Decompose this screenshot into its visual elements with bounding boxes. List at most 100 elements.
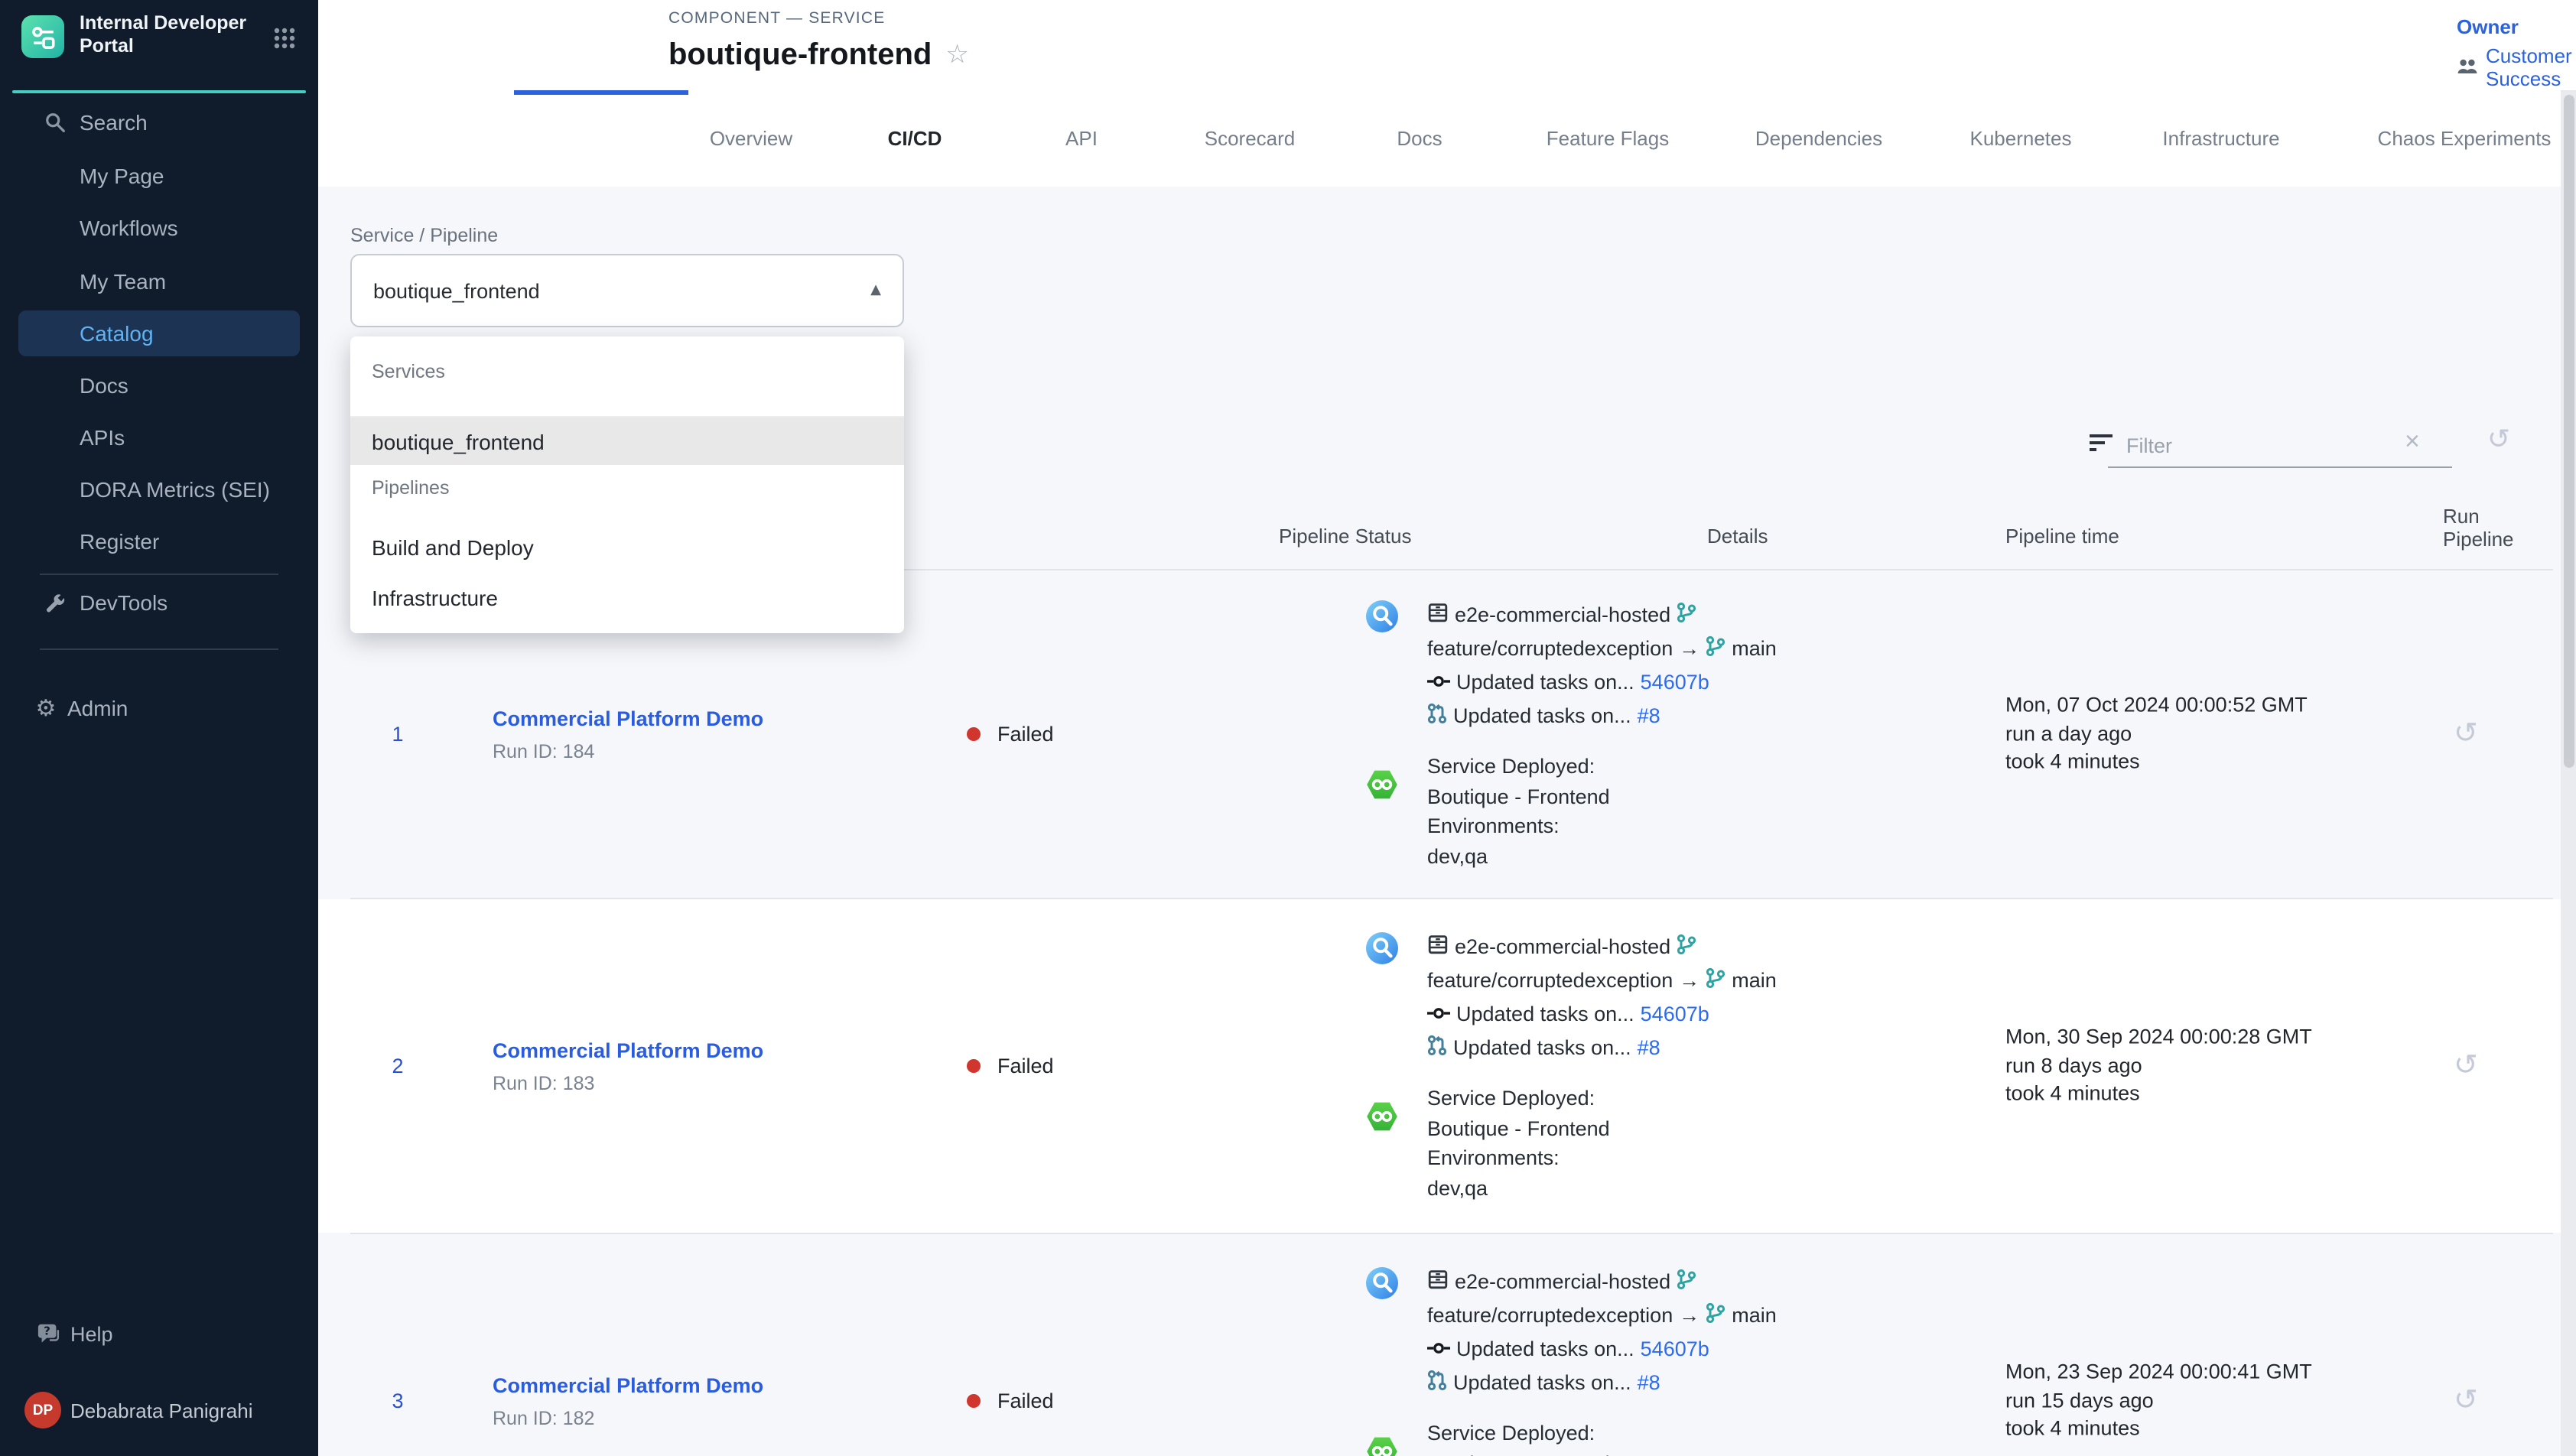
active-tab-indicator	[514, 90, 688, 95]
favorite-star-icon[interactable]: ☆	[945, 43, 969, 69]
failed-dot-icon	[967, 1394, 981, 1408]
filter-underline	[2108, 466, 2452, 468]
git-commit-icon	[1427, 1337, 1450, 1360]
search-icon	[43, 110, 67, 135]
apps-grid-icon[interactable]	[272, 26, 297, 50]
arrow-right-icon: →	[1679, 636, 1699, 659]
sidebar-item-devtools[interactable]: DevTools	[0, 580, 318, 626]
pr-link[interactable]: #8	[1638, 1035, 1660, 1058]
pipeline-time-cell: Mon, 30 Sep 2024 00:00:28 GMT run 8 days…	[2005, 1024, 2312, 1109]
sidebar-item-docs[interactable]: Docs	[0, 362, 318, 408]
pipeline-time-cell: Mon, 23 Sep 2024 00:00:41 GMT run 15 day…	[2005, 1359, 2312, 1444]
help-chat-icon	[37, 1321, 61, 1346]
repo-icon	[1427, 601, 1449, 627]
pr-link[interactable]: #8	[1638, 704, 1660, 726]
sidebar-divider	[40, 574, 278, 575]
tab-overview[interactable]: Overview	[710, 90, 792, 187]
git-branch-icon	[1677, 601, 1696, 627]
dropdown-option-build-and-deploy[interactable]: Build and Deploy	[350, 523, 904, 570]
commit-link[interactable]: 54607b	[1641, 1337, 1709, 1360]
owner-label: Owner	[2457, 15, 2576, 38]
tab-infrastructure[interactable]: Infrastructure	[2162, 90, 2279, 187]
dropdown-option-infrastructure[interactable]: Infrastructure	[350, 574, 904, 621]
run-id: Run ID: 183	[493, 1073, 763, 1094]
sidebar-item-dora-metrics[interactable]: DORA Metrics (SEI)	[0, 466, 318, 512]
owner-block: Owner Customer Success	[2457, 15, 2576, 90]
git-branch-icon	[1677, 1268, 1696, 1294]
column-header-run-pipeline: Run Pipeline	[2443, 505, 2522, 566]
sidebar-item-my-team[interactable]: My Team	[0, 258, 318, 304]
git-branch-icon	[1706, 1302, 1725, 1328]
filter-input[interactable]	[2123, 425, 2389, 465]
pipeline-name-link[interactable]: Commercial Platform Demo	[493, 1039, 763, 1062]
sidebar-item-catalog[interactable]: Catalog	[18, 310, 300, 356]
tab-cicd[interactable]: CI/CD	[888, 90, 942, 187]
rerun-pipeline-icon[interactable]: ↺	[2454, 720, 2478, 749]
git-branch-icon	[1706, 967, 1725, 993]
table-row: 2 Commercial Platform Demo Run ID: 183 F…	[318, 899, 2561, 1233]
filter-icon	[2090, 433, 2113, 460]
cd-deploy-icon	[1366, 1100, 1398, 1140]
chevron-up-icon: ▲	[870, 255, 881, 326]
reset-icon[interactable]: ↺	[2487, 427, 2510, 454]
tab-api[interactable]: API	[1065, 90, 1098, 187]
tab-kubernetes[interactable]: Kubernetes	[1970, 90, 2072, 187]
app-title: Internal Developer Portal	[80, 12, 257, 58]
tab-feature-flags[interactable]: Feature Flags	[1547, 90, 1669, 187]
sidebar-item-my-page[interactable]: My Page	[0, 153, 318, 199]
page-title: boutique-frontend	[668, 38, 932, 73]
git-branch-icon	[1706, 635, 1725, 661]
breadcrumb: COMPONENT — SERVICE	[668, 9, 885, 28]
tab-chaos-experiments[interactable]: Chaos Experiments	[2378, 90, 2552, 187]
commit-link[interactable]: 54607b	[1641, 1002, 1709, 1025]
sidebar-divider	[40, 648, 278, 650]
tab-dependencies[interactable]: Dependencies	[1755, 90, 1882, 187]
status-badge: Failed	[967, 1055, 1054, 1077]
failed-dot-icon	[967, 1059, 981, 1073]
owner-link[interactable]: Customer Success	[2457, 44, 2576, 90]
scrollbar-thumb[interactable]	[2563, 95, 2574, 768]
pipeline-select-dropdown: Services boutique_frontend Pipelines Bui…	[350, 336, 904, 633]
dropdown-option-boutique-frontend[interactable]: boutique_frontend	[350, 418, 904, 465]
clear-filter-icon[interactable]: ×	[2405, 428, 2420, 454]
status-badge: Failed	[967, 1389, 1054, 1412]
ci-build-icon	[1366, 600, 1398, 640]
sidebar-item-register[interactable]: Register	[0, 518, 318, 564]
tab-docs[interactable]: Docs	[1397, 90, 1442, 187]
people-icon	[2457, 56, 2478, 79]
pull-request-icon	[1427, 702, 1447, 728]
failed-dot-icon	[967, 727, 981, 741]
git-commit-icon	[1427, 670, 1450, 693]
dropdown-group-pipelines: Pipelines	[372, 477, 449, 499]
pipeline-name-link[interactable]: Commercial Platform Demo	[493, 1374, 763, 1397]
repo-icon	[1427, 933, 1449, 959]
sidebar-item-admin[interactable]: ⚙ Admin	[0, 685, 318, 731]
pipeline-picker-label: Service / Pipeline	[350, 225, 498, 246]
sidebar-accent-divider	[12, 90, 306, 93]
sidebar-item-search[interactable]: Search	[0, 99, 318, 145]
pipeline-time-cell: Mon, 07 Oct 2024 00:00:52 GMT run a day …	[2005, 692, 2308, 777]
ci-build-icon	[1366, 932, 1398, 972]
wrench-icon	[43, 590, 67, 615]
app-logo-icon[interactable]	[21, 15, 64, 58]
pr-link[interactable]: #8	[1638, 1370, 1660, 1393]
user-menu[interactable]: Debabrata Panigrahi	[0, 1387, 318, 1433]
pipeline-name-link[interactable]: Commercial Platform Demo	[493, 707, 763, 730]
run-id: Run ID: 182	[493, 1408, 763, 1429]
row-number: 1	[382, 723, 413, 746]
commit-link[interactable]: 54607b	[1641, 670, 1709, 693]
internal-developer-portal-app: Internal Developer Portal Search My Page…	[0, 0, 2576, 1456]
tab-scorecard[interactable]: Scorecard	[1205, 90, 1296, 187]
pull-request-icon	[1427, 1034, 1447, 1060]
sidebar-item-workflows[interactable]: Workflows	[0, 205, 318, 251]
column-header-details: Details	[1707, 505, 1768, 566]
rerun-pipeline-icon[interactable]: ↺	[2454, 1051, 2478, 1081]
ci-build-icon	[1366, 1267, 1398, 1307]
git-branch-icon	[1677, 933, 1696, 959]
row-number: 3	[382, 1389, 413, 1412]
pipeline-select[interactable]: boutique_frontend ▲	[350, 254, 904, 327]
cd-deploy-icon	[1366, 769, 1398, 808]
sidebar-item-apis[interactable]: APIs	[0, 414, 318, 460]
sidebar-item-help[interactable]: Help	[0, 1311, 318, 1357]
rerun-pipeline-icon[interactable]: ↺	[2454, 1386, 2478, 1415]
